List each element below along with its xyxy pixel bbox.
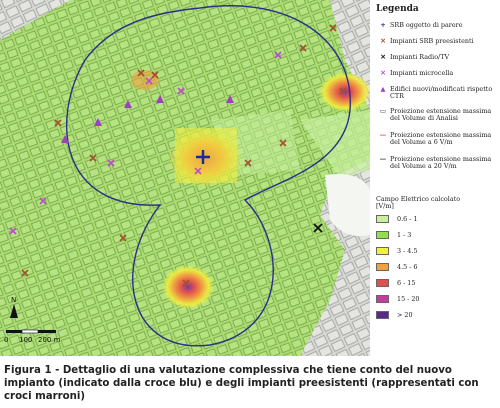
legend-item-volume-6: — Proiezione estensione massima del Volu… bbox=[376, 132, 498, 146]
legend-item-analysis-volume: ▭ Proiezione estensione massima del Volu… bbox=[376, 108, 498, 122]
rect-outline-icon: ▭ bbox=[379, 107, 387, 115]
field-class-row: 1 - 3 bbox=[376, 230, 496, 239]
field-class-row: 0.6 - 1 bbox=[376, 214, 496, 223]
swatch-icon bbox=[376, 294, 389, 303]
triangle-icon: ▲ bbox=[380, 85, 386, 93]
legend-label: SRB oggetto di parere bbox=[390, 21, 463, 29]
field-class-row: 3 - 4.5 bbox=[376, 246, 496, 255]
swatch-icon bbox=[376, 246, 389, 255]
black-x-icon: ✕ bbox=[380, 53, 386, 61]
field-class-label: 3 - 4.5 bbox=[397, 246, 418, 255]
legend-item-new-srb: + SRB oggetto di parere bbox=[376, 22, 498, 29]
legend-item-radio-tv: ✕ Impianti Radio/TV bbox=[376, 54, 498, 61]
legend-label: Proiezione estensione massima del Volume… bbox=[390, 107, 492, 122]
brown-x-icon: ✕ bbox=[380, 37, 386, 45]
swatch-icon bbox=[376, 230, 389, 239]
scale-label-200: 200 m bbox=[38, 336, 61, 344]
legend-label: Edifici nuovi/modificati rispetto CTR bbox=[390, 85, 493, 100]
north-arrow-label: N bbox=[11, 296, 17, 304]
field-legend-title: Campo Elettrico calcolato [V/m] bbox=[376, 195, 461, 210]
map-panel: N 0 100 200 m bbox=[0, 0, 370, 356]
field-class-label: 0.6 - 1 bbox=[397, 214, 418, 223]
purple-x-icon: ✕ bbox=[380, 69, 386, 77]
legend-label: Proiezione estensione massima del Volume… bbox=[390, 155, 492, 170]
swatch-icon bbox=[376, 278, 389, 287]
field-class-label: 6 - 15 bbox=[397, 278, 416, 287]
field-class-label: > 20 bbox=[397, 310, 413, 319]
swatch-icon bbox=[376, 262, 389, 271]
swatch-icon bbox=[376, 214, 389, 223]
field-class-row: 15 - 20 bbox=[376, 294, 496, 303]
field-class-label: 4.5 - 6 bbox=[397, 262, 418, 271]
swatch-icon bbox=[376, 310, 389, 319]
legend-item-microcell: ✕ Impianti microcella bbox=[376, 70, 498, 77]
legend-panel: Legenda + SRB oggetto di parere ✕ Impian… bbox=[370, 0, 500, 356]
legend-label: Impianti Radio/TV bbox=[390, 53, 450, 61]
legend-label: Impianti SRB preesistenti bbox=[390, 37, 474, 45]
field-class-row: 4.5 - 6 bbox=[376, 262, 496, 271]
scale-label-0: 0 bbox=[4, 336, 9, 344]
field-class-label: 15 - 20 bbox=[397, 294, 420, 303]
cross-plus-icon: + bbox=[380, 21, 386, 29]
map-canvas bbox=[0, 0, 370, 356]
figure-caption: Figura 1 - Dettaglio di una valutazione … bbox=[4, 365, 479, 402]
legend-label: Proiezione estensione massima del Volume… bbox=[390, 131, 492, 146]
legend-item-new-buildings: ▲ Edifici nuovi/modificati rispetto CTR bbox=[376, 86, 498, 100]
line-red-icon: — bbox=[379, 131, 387, 139]
field-class-label: 1 - 3 bbox=[397, 230, 412, 239]
scale-label-100: 100 bbox=[19, 336, 33, 344]
field-class-row: 6 - 15 bbox=[376, 278, 496, 287]
legend-title: Legenda bbox=[376, 4, 419, 14]
legend-item-volume-20: — Proiezione estensione massima del Volu… bbox=[376, 156, 498, 170]
line-black-icon: — bbox=[379, 155, 387, 163]
legend-label: Impianti microcella bbox=[390, 69, 454, 77]
legend-item-preexisting-srb: ✕ Impianti SRB preesistenti bbox=[376, 38, 498, 45]
field-class-row: > 20 bbox=[376, 310, 496, 319]
